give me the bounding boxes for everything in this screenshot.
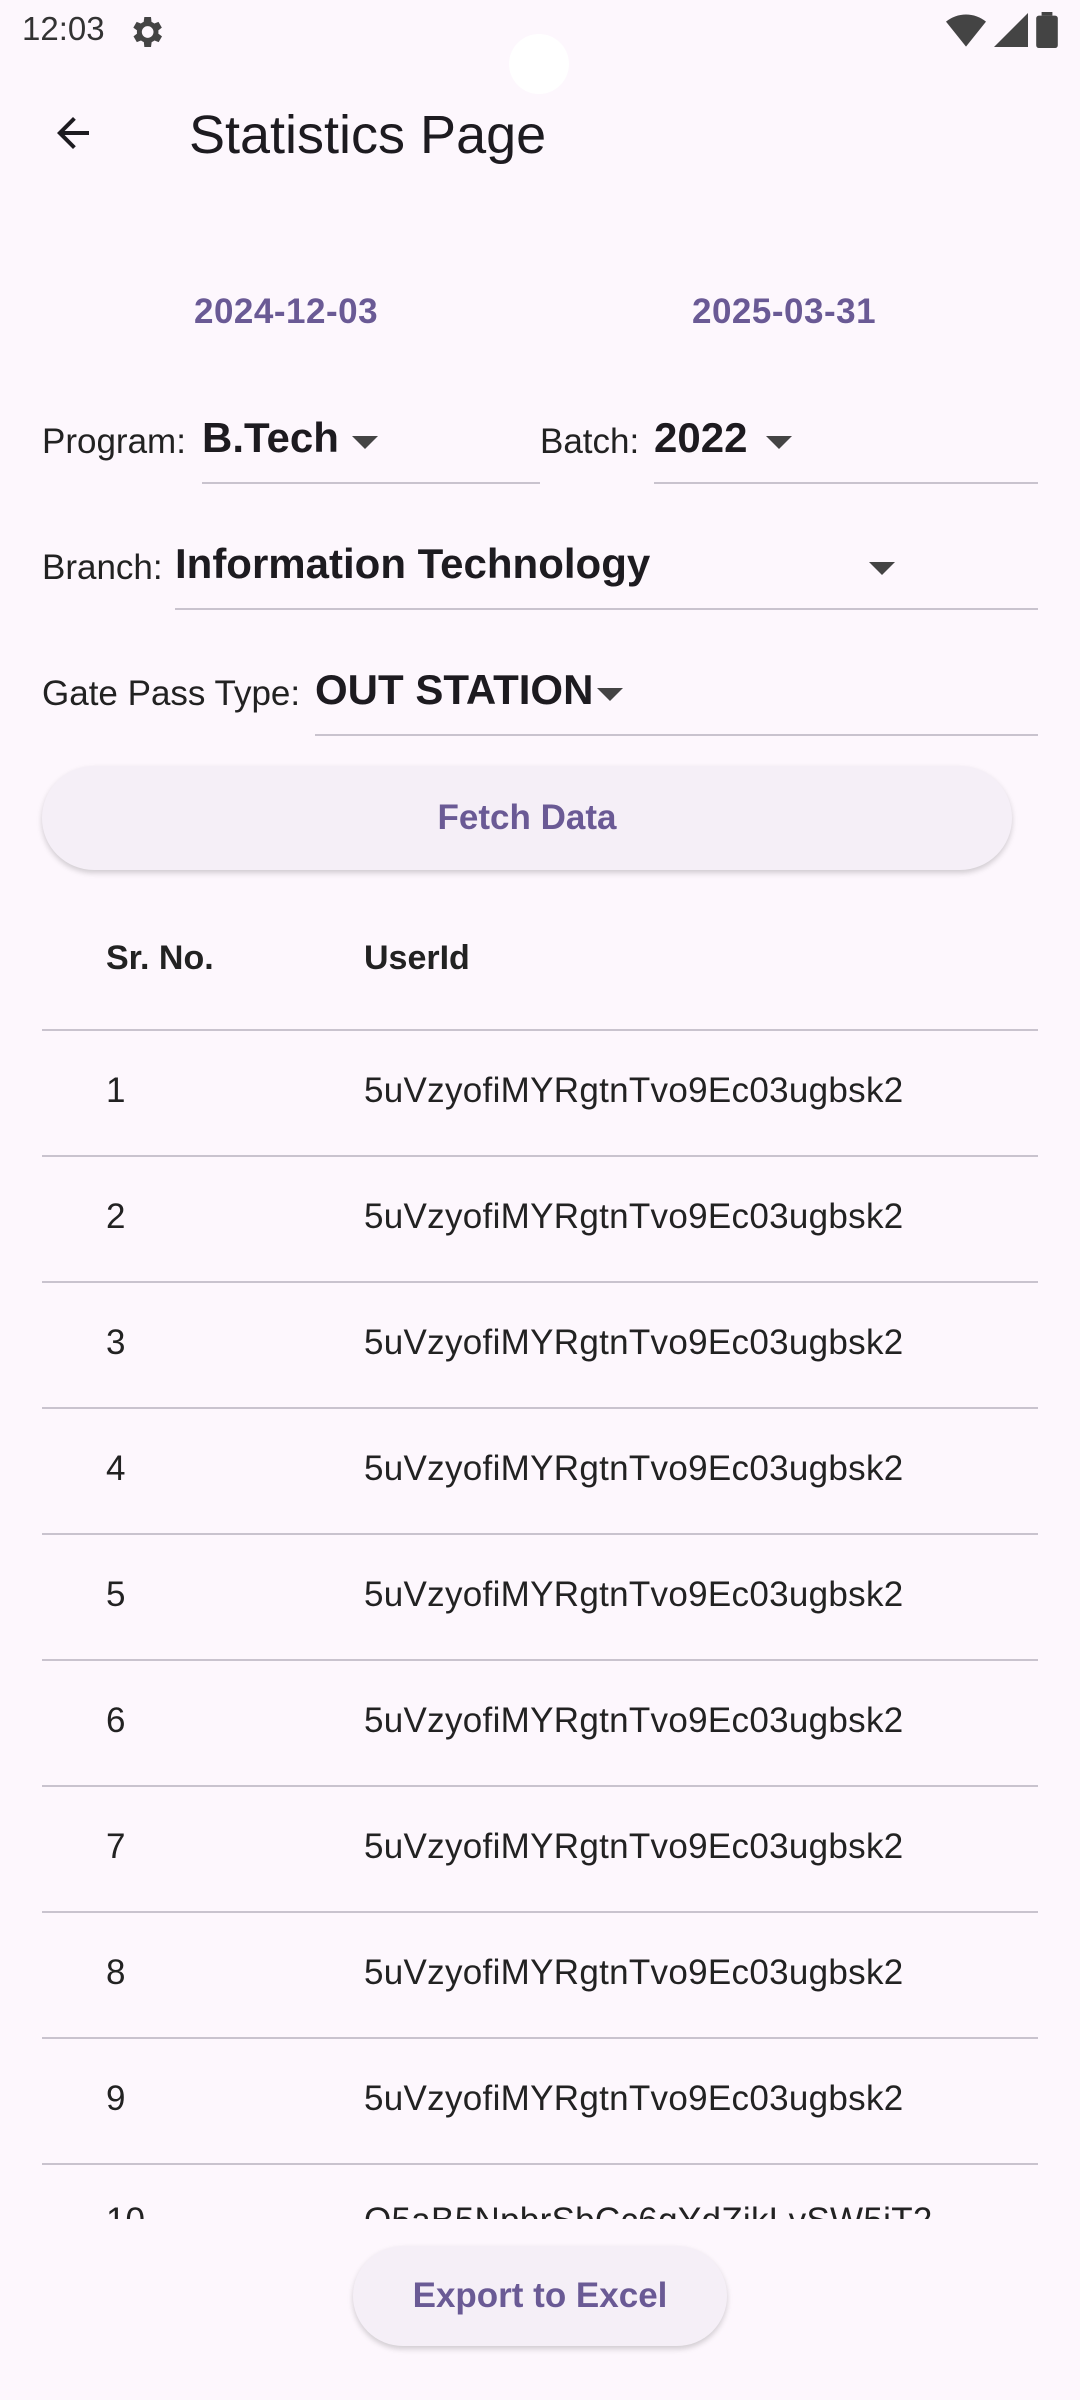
page-title: Statistics Page (189, 105, 547, 165)
wifi-icon (946, 14, 986, 47)
gate-pass-underline (315, 734, 1038, 736)
row-sr-no: 7 (106, 1827, 126, 1866)
branch-value: Information Technology (175, 540, 651, 587)
end-date-button[interactable]: 2025-03-31 (692, 292, 876, 332)
signal-icon (994, 13, 1028, 47)
row-sr-no: 1 (106, 1071, 126, 1110)
row-userid: 5uVzyofiMYRgtnTvo9Ec03ugbsk2 (364, 2079, 904, 2118)
camera-cutout (509, 34, 569, 94)
table-row: 2 5uVzyofiMYRgtnTvo9Ec03ugbsk2 (42, 1155, 1038, 1281)
fetch-data-button[interactable]: Fetch Data (42, 766, 1012, 870)
export-to-excel-button[interactable]: Export to Excel (353, 2246, 727, 2346)
row-sr-no: 5 (106, 1575, 126, 1614)
row-userid: 5uVzyofiMYRgtnTvo9Ec03ugbsk2 (364, 1197, 904, 1236)
gate-pass-dropdown[interactable]: OUT STATION (315, 662, 1038, 736)
row-userid: 5uVzyofiMYRgtnTvo9Ec03ugbsk2 (364, 1071, 904, 1110)
batch-label: Batch: (540, 422, 640, 461)
row-userid: 5uVzyofiMYRgtnTvo9Ec03ugbsk2 (364, 1449, 904, 1488)
header-sr-no: Sr. No. (106, 939, 214, 977)
row-userid: 5uVzyofiMYRgtnTvo9Ec03ugbsk2 (364, 1827, 904, 1866)
chevron-down-icon (597, 688, 623, 701)
batch-value: 2022 (654, 414, 748, 461)
settings-gear-icon (133, 17, 162, 47)
table-row: 8 5uVzyofiMYRgtnTvo9Ec03ugbsk2 (42, 1911, 1038, 2037)
status-time: 12:03 (22, 10, 105, 47)
row-userid: 5uVzyofiMYRgtnTvo9Ec03ugbsk2 (364, 1701, 904, 1740)
gate-pass-label: Gate Pass Type: (42, 674, 301, 713)
row-userid: 5uVzyofiMYRgtnTvo9Ec03ugbsk2 (364, 1953, 904, 1992)
table-row: 3 5uVzyofiMYRgtnTvo9Ec03ugbsk2 (42, 1281, 1038, 1407)
start-date-button[interactable]: 2024-12-03 (194, 292, 378, 332)
row-sr-no: 10 (106, 2201, 145, 2219)
header-userid: UserId (364, 939, 470, 977)
back-button[interactable] (40, 100, 106, 166)
row-userid: 5uVzyofiMYRgtnTvo9Ec03ugbsk2 (364, 1575, 904, 1614)
batch-dropdown[interactable]: 2022 (654, 410, 1038, 484)
row-sr-no: 4 (106, 1449, 126, 1488)
row-userid: O5aB5NpbrSbCc6gYdZikLvSW5iT2 (364, 2201, 933, 2219)
row-sr-no: 2 (106, 1197, 126, 1236)
table-row: 6 5uVzyofiMYRgtnTvo9Ec03ugbsk2 (42, 1659, 1038, 1785)
row-sr-no: 8 (106, 1953, 126, 1992)
status-icons (946, 12, 1058, 48)
branch-dropdown[interactable]: Information Technology (175, 536, 1038, 610)
row-sr-no: 9 (106, 2079, 126, 2118)
row-sr-no: 3 (106, 1323, 126, 1362)
program-dropdown[interactable]: B.Tech (202, 410, 540, 484)
program-label: Program: (42, 422, 186, 461)
row-userid: 5uVzyofiMYRgtnTvo9Ec03ugbsk2 (364, 1323, 904, 1362)
branch-underline (175, 608, 1038, 610)
program-underline (202, 482, 540, 484)
table-row: 10 O5aB5NpbrSbCc6gYdZikLvSW5iT2 (42, 2163, 1038, 2219)
table-row: 4 5uVzyofiMYRgtnTvo9Ec03ugbsk2 (42, 1407, 1038, 1533)
table-row: 9 5uVzyofiMYRgtnTvo9Ec03ugbsk2 (42, 2037, 1038, 2163)
chevron-down-icon (766, 436, 792, 449)
arrow-back-icon (57, 117, 89, 149)
program-value: B.Tech (202, 414, 339, 461)
branch-label: Branch: (42, 548, 163, 587)
battery-icon (1036, 12, 1058, 48)
table-row: 5 5uVzyofiMYRgtnTvo9Ec03ugbsk2 (42, 1533, 1038, 1659)
chevron-down-icon (869, 562, 895, 575)
table-row: 1 5uVzyofiMYRgtnTvo9Ec03ugbsk2 (42, 1029, 1038, 1155)
row-sr-no: 6 (106, 1701, 126, 1740)
batch-underline (654, 482, 1038, 484)
table-row: 7 5uVzyofiMYRgtnTvo9Ec03ugbsk2 (42, 1785, 1038, 1911)
chevron-down-icon (352, 436, 378, 449)
gate-pass-value: OUT STATION (315, 666, 594, 713)
